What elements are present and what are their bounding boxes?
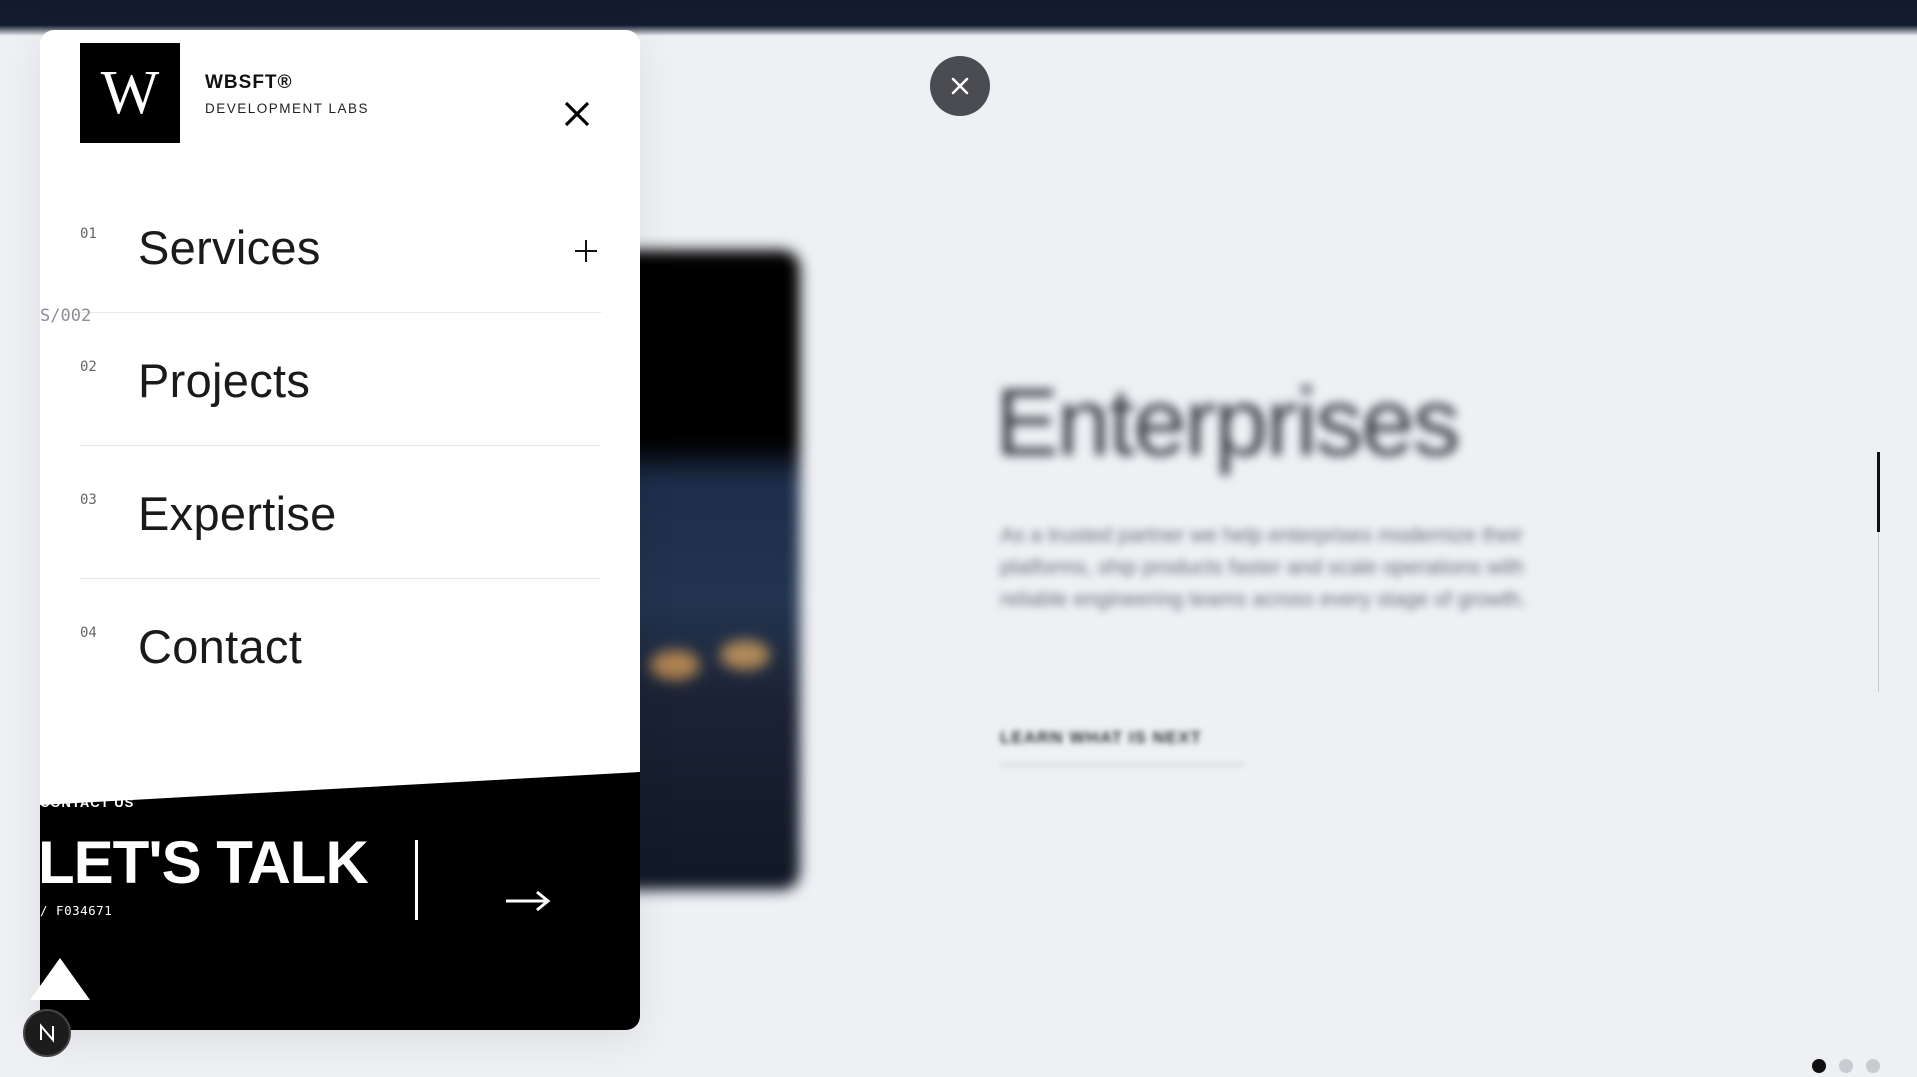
background-paragraph: As a trusted partner we help enterprises… — [1000, 524, 1527, 611]
close-icon — [951, 77, 969, 95]
section-side-label: S/002 — [40, 306, 92, 326]
pager-dots — [1812, 1059, 1880, 1073]
brand-logo[interactable]: W — [80, 43, 180, 143]
cta-divider — [415, 840, 418, 920]
menu-item-number: 02 — [80, 359, 97, 375]
cta-heading[interactable]: LET'S TALK — [38, 828, 369, 897]
menu-item-label: Projects — [138, 354, 311, 407]
menu-item-label: Expertise — [138, 487, 337, 540]
menu-item-expertise[interactable]: 03 Expertise — [80, 446, 601, 579]
menu-item-number: 04 — [80, 625, 97, 641]
background-heading: Enterprises — [995, 369, 1461, 476]
menu-item-label: Services — [138, 221, 321, 274]
menu-item-services[interactable]: 01 Services — [80, 180, 601, 313]
pager-dot[interactable] — [1839, 1059, 1853, 1073]
arrow-right-icon[interactable] — [505, 890, 551, 912]
menu-item-number: 01 — [80, 226, 97, 242]
cta-kicker: CONTACT US — [40, 795, 135, 810]
triangle-decoration — [30, 958, 90, 1000]
n-logo-icon — [40, 1023, 54, 1043]
cta-reference-code: / F034671 — [40, 903, 113, 918]
menu-close-icon[interactable] — [560, 97, 594, 131]
pager-dot[interactable] — [1812, 1059, 1826, 1073]
scroll-thumb[interactable] — [1877, 452, 1880, 532]
menu-item-number: 03 — [80, 492, 97, 508]
dev-badge-button[interactable] — [23, 1009, 71, 1057]
pager-dot[interactable] — [1866, 1059, 1880, 1073]
overlay-close-button[interactable] — [930, 56, 990, 116]
menu-item-projects[interactable]: 02 Projects — [80, 313, 601, 446]
plus-icon[interactable] — [573, 238, 599, 264]
background-link[interactable]: LEARN WHAT IS NEXT — [1000, 728, 1245, 765]
brand-subtitle: DEVELOPMENT LABS — [205, 101, 370, 116]
brand-name: WBSFT® — [205, 72, 293, 93]
menu-item-label: Contact — [138, 620, 303, 673]
menu-item-contact[interactable]: 04 Contact — [80, 579, 601, 711]
main-menu: 01 Services 02 Projects 03 Expertise 04 … — [80, 180, 601, 711]
